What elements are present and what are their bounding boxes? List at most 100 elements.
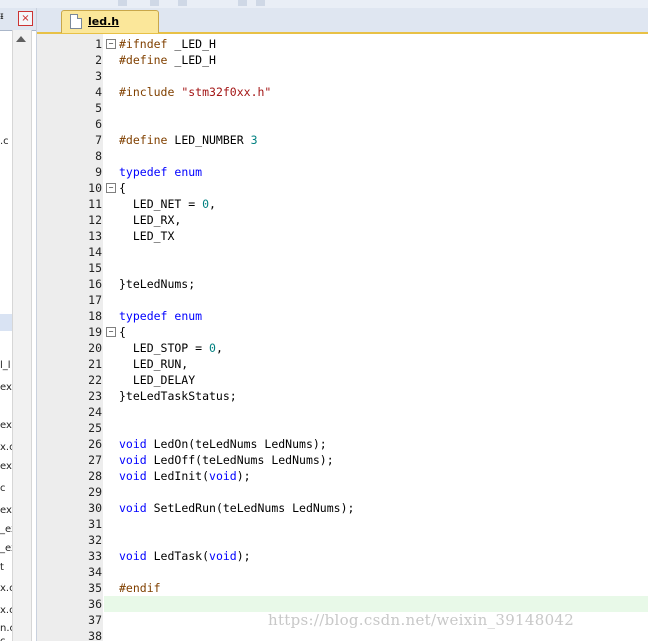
code-line[interactable]: 14 bbox=[88, 244, 648, 260]
code-line[interactable]: 25 bbox=[88, 420, 648, 436]
code-token: { bbox=[119, 325, 126, 339]
close-icon[interactable]: × bbox=[18, 11, 33, 26]
code-editor[interactable]: 1− #ifndef _LED_H 2 #define _LED_H 3 4 #includ… bbox=[88, 34, 648, 644]
code-line[interactable]: 26 void LedOn(teLedNums LedNums); bbox=[88, 436, 648, 452]
project-file-item[interactable]: c bbox=[0, 483, 6, 494]
code-line[interactable]: 9 typedef enum bbox=[95, 164, 648, 180]
code-text: LED_DELAY bbox=[119, 372, 195, 388]
code-line[interactable]: 31 bbox=[88, 516, 648, 532]
line-number: 23 bbox=[88, 389, 102, 403]
line-number: 29 bbox=[88, 485, 102, 499]
code-line[interactable]: 24 bbox=[88, 404, 648, 420]
code-line[interactable]: 11 LED_NET = 0, bbox=[88, 196, 648, 212]
line-number: 12 bbox=[88, 213, 102, 227]
code-line[interactable]: 13 LED_TX bbox=[88, 228, 648, 244]
code-line[interactable]: 1− #ifndef _LED_H bbox=[95, 36, 648, 52]
code-line[interactable]: 16}teLedNums; bbox=[88, 276, 648, 292]
code-line[interactable]: 12 LED_RX, bbox=[88, 212, 648, 228]
fold-toggle-icon[interactable]: − bbox=[106, 39, 116, 49]
code-token: LedOn(teLedNums LedNums); bbox=[146, 437, 327, 451]
line-number: 1 bbox=[95, 37, 102, 51]
project-panel-scrollbar[interactable] bbox=[12, 30, 32, 641]
code-line[interactable]: 28 void LedInit(void); bbox=[88, 468, 648, 484]
code-text: #define LED_NUMBER 3 bbox=[119, 132, 258, 148]
code-line[interactable]: 27 void LedOff(teLedNums LedNums); bbox=[88, 452, 648, 468]
code-text: void LedOn(teLedNums LedNums); bbox=[119, 436, 327, 452]
code-text: LED_TX bbox=[119, 228, 175, 244]
line-number: 25 bbox=[88, 421, 102, 435]
code-token: 0 bbox=[209, 341, 216, 355]
code-line[interactable]: 8 bbox=[95, 148, 648, 164]
code-token: LED_RX, bbox=[119, 213, 182, 227]
code-text: #ifndef _LED_H bbox=[119, 36, 216, 52]
code-line[interactable]: 19−{ bbox=[88, 324, 648, 340]
project-file-item[interactable]: .c bbox=[0, 136, 9, 147]
code-line[interactable]: 35 #endif bbox=[88, 580, 648, 596]
project-file-item[interactable]: c bbox=[0, 636, 6, 641]
line-number: 17 bbox=[88, 293, 102, 307]
project-file-item[interactable]: t bbox=[0, 562, 4, 573]
line-number: 6 bbox=[95, 117, 102, 131]
code-line[interactable]: 33 void LedTask(void); bbox=[88, 548, 648, 564]
code-line[interactable]: 6 bbox=[95, 116, 648, 132]
toolbar-button[interactable] bbox=[118, 0, 127, 6]
code-line[interactable]: 34 bbox=[88, 564, 648, 580]
line-number: 9 bbox=[95, 165, 102, 179]
code-text: #define _LED_H bbox=[119, 52, 216, 68]
code-line[interactable]: 2 #define _LED_H bbox=[95, 52, 648, 68]
code-line[interactable]: 30 void SetLedRun(teLedNums LedNums); bbox=[88, 500, 648, 516]
code-line[interactable]: 22 LED_DELAY bbox=[88, 372, 648, 388]
code-token: LED_RUN, bbox=[119, 357, 189, 371]
tab-led-h[interactable]: led.h bbox=[61, 10, 159, 33]
code-token: void bbox=[119, 501, 147, 515]
toolbar-button[interactable] bbox=[150, 0, 159, 6]
code-token: LED_STOP = bbox=[119, 341, 210, 355]
code-line[interactable]: 10−{ bbox=[88, 180, 648, 196]
line-number: 37 bbox=[88, 613, 102, 627]
line-number: 2 bbox=[95, 53, 102, 67]
toolbar-button[interactable] bbox=[238, 0, 247, 6]
code-token: _LED_H bbox=[167, 37, 216, 51]
code-line[interactable]: 32 bbox=[88, 532, 648, 548]
line-number: 26 bbox=[88, 437, 102, 451]
project-file-item[interactable]: l_l bbox=[0, 360, 11, 371]
code-text: typedef enum bbox=[119, 164, 202, 180]
code-line[interactable]: 7 #define LED_NUMBER 3 bbox=[95, 132, 648, 148]
code-line[interactable]: 5 bbox=[95, 100, 648, 116]
line-number: 4 bbox=[95, 85, 102, 99]
code-line[interactable]: 20 LED_STOP = 0, bbox=[88, 340, 648, 356]
code-token: void bbox=[119, 437, 147, 451]
toolbar-button[interactable] bbox=[256, 0, 265, 6]
code-line[interactable]: 4 #include "stm32f0xx.h" bbox=[95, 84, 648, 100]
fold-toggle-icon[interactable]: − bbox=[106, 183, 116, 193]
code-token: typedef bbox=[119, 309, 168, 323]
code-line[interactable]: 38 bbox=[88, 628, 648, 644]
code-line[interactable]: 3 bbox=[95, 68, 648, 84]
line-number: 19 bbox=[88, 325, 102, 339]
line-number: 8 bbox=[95, 149, 102, 163]
line-number: 22 bbox=[88, 373, 102, 387]
code-line[interactable]: 18 typedef enum bbox=[88, 308, 648, 324]
scroll-up-icon[interactable] bbox=[16, 36, 26, 42]
toolbar-button[interactable] bbox=[178, 0, 187, 6]
line-number: 30 bbox=[88, 501, 102, 515]
code-line[interactable]: 36 bbox=[88, 596, 648, 612]
code-line[interactable]: 23}teLedTaskStatus; bbox=[88, 388, 648, 404]
code-text: LED_RUN, bbox=[119, 356, 188, 372]
code-token: ); bbox=[236, 549, 251, 563]
code-text: void LedTask(void); bbox=[119, 548, 251, 564]
code-text: #endif bbox=[119, 580, 161, 596]
code-line[interactable]: 21 LED_RUN, bbox=[88, 356, 648, 372]
code-line[interactable]: 29 bbox=[88, 484, 648, 500]
code-token: LED_TX bbox=[119, 229, 175, 243]
code-token: enum bbox=[174, 309, 203, 323]
code-token: void bbox=[119, 549, 147, 563]
code-token: 3 bbox=[250, 133, 258, 147]
tab-label: led.h bbox=[88, 15, 120, 28]
pin-icon[interactable]: ᵻ bbox=[0, 11, 4, 22]
code-line[interactable]: 15 bbox=[88, 260, 648, 276]
line-number: 13 bbox=[88, 229, 102, 243]
code-line[interactable]: 17 bbox=[88, 292, 648, 308]
line-number: 20 bbox=[88, 341, 102, 355]
fold-toggle-icon[interactable]: − bbox=[106, 327, 116, 337]
